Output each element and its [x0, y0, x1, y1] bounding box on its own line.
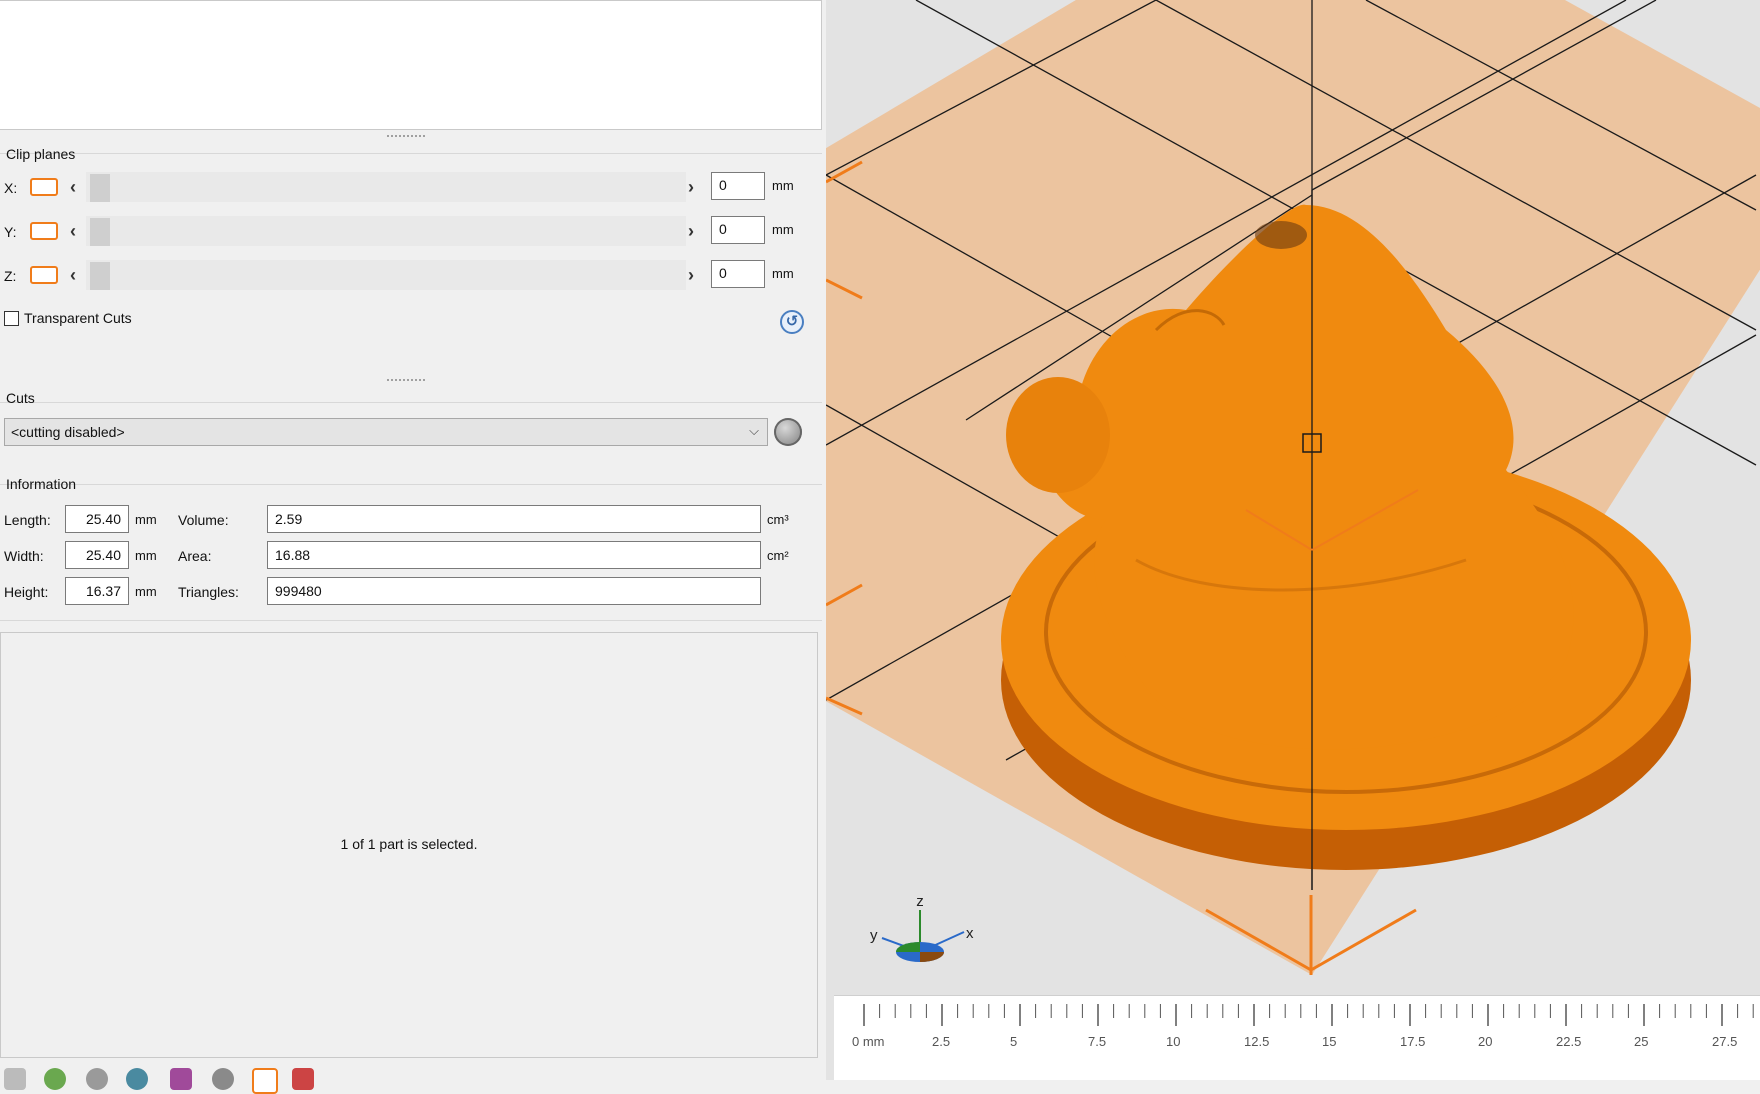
- chevron-left-icon[interactable]: ‹: [70, 266, 76, 284]
- clip-planes-divider: [0, 153, 822, 154]
- sphere-icon[interactable]: [86, 1068, 108, 1090]
- clip-x-input[interactable]: 0: [711, 172, 765, 200]
- cuts-dropdown-value: <cutting disabled>: [11, 424, 125, 440]
- height-field[interactable]: 16.37: [65, 577, 129, 605]
- chevron-right-icon[interactable]: ›: [688, 222, 694, 240]
- transparent-cuts-checkbox[interactable]: [4, 311, 19, 326]
- clip-x-label: X:: [4, 180, 18, 196]
- clip-row-z: Z: ‹ › 0 mm: [0, 256, 822, 296]
- axis-z-label: z: [916, 893, 924, 910]
- ruler-label: 22.5: [1556, 1034, 1582, 1049]
- chevron-left-icon[interactable]: ‹: [70, 222, 76, 240]
- ruler-label: 27.5: [1712, 1034, 1738, 1049]
- clip-z-unit: mm: [772, 266, 794, 281]
- clip-z-slider-track[interactable]: [86, 260, 686, 290]
- clip-y-slider-track[interactable]: [86, 216, 686, 246]
- add-part-icon[interactable]: [44, 1068, 66, 1090]
- axis-triad: [881, 910, 965, 962]
- ruler-label: 15: [1322, 1034, 1337, 1049]
- information-title: Information: [6, 476, 77, 492]
- axis-y-label: y: [870, 927, 878, 944]
- splitter-grip[interactable]: [386, 378, 426, 382]
- cuts-divider: [0, 402, 822, 403]
- clip-y-input[interactable]: 0: [711, 216, 765, 244]
- chevron-down-icon: ⌵: [749, 423, 759, 438]
- clip-z-label: Z:: [4, 268, 17, 284]
- cuts-title: Cuts: [6, 390, 35, 406]
- chevron-right-icon[interactable]: ›: [688, 266, 694, 284]
- triangles-field[interactable]: 999480: [267, 577, 761, 605]
- bear-nose: [1255, 221, 1307, 249]
- selection-status: 1 of 1 part is selected.: [340, 836, 478, 852]
- clip-x-slider-track[interactable]: [86, 172, 686, 202]
- left-panel: Clip planes X: ‹ › 0 mm Y: ‹ › 0 mm Z: ‹…: [0, 0, 826, 1094]
- calendar-icon[interactable]: [292, 1068, 314, 1090]
- splitter-grip[interactable]: [386, 134, 426, 138]
- ruler-label: 12.5: [1244, 1034, 1270, 1049]
- area-label: Area:: [178, 548, 212, 564]
- width-label: Width:: [4, 548, 44, 564]
- text-icon[interactable]: [170, 1068, 192, 1090]
- cut-tool-icon[interactable]: [774, 418, 802, 446]
- triangles-label: Triangles:: [178, 584, 239, 600]
- width-field[interactable]: 25.40: [65, 541, 129, 569]
- area-field[interactable]: 16.88: [267, 541, 761, 569]
- ruler-label: 0 mm: [852, 1034, 885, 1049]
- ruler-label: 25: [1634, 1034, 1649, 1049]
- volume-field[interactable]: 2.59: [267, 505, 761, 533]
- clip-z-toggle[interactable]: [30, 266, 58, 284]
- clip-y-toggle[interactable]: [30, 222, 58, 240]
- clip-z-slider-thumb[interactable]: [90, 262, 110, 290]
- clip-y-unit: mm: [772, 222, 794, 237]
- length-field[interactable]: 25.40: [65, 505, 129, 533]
- cuts-dropdown[interactable]: <cutting disabled> ⌵: [4, 418, 768, 446]
- reset-icon[interactable]: ↺: [780, 310, 804, 334]
- ruler: 0 mm 2.5 5 7.5 10 12.5 15 17.5 20 22.5 25 27.5: [834, 995, 1760, 1080]
- information-divider: [0, 484, 822, 485]
- height-label: Height:: [4, 584, 49, 600]
- wrench-icon[interactable]: [212, 1068, 234, 1090]
- axis-x-label: x: [966, 925, 974, 942]
- clip-row-y: Y: ‹ › 0 mm: [0, 212, 822, 252]
- gear-icon[interactable]: [4, 1068, 26, 1090]
- clip-x-slider-thumb[interactable]: [90, 174, 110, 202]
- info-bottom-divider: [0, 620, 822, 621]
- clip-z-input[interactable]: 0: [711, 260, 765, 288]
- ruler-label: 7.5: [1088, 1034, 1107, 1049]
- ruler-ticks: [863, 1004, 1754, 1026]
- scene-svg: z y x: [826, 0, 1760, 975]
- clip-y-slider-thumb[interactable]: [90, 218, 110, 246]
- ruler-label: 10: [1166, 1034, 1181, 1049]
- length-unit: mm: [135, 512, 157, 527]
- chevron-right-icon[interactable]: ›: [688, 178, 694, 196]
- bear-ear: [1006, 377, 1110, 493]
- frame-icon[interactable]: [252, 1068, 278, 1094]
- clip-y-label: Y:: [4, 224, 17, 240]
- length-label: Length:: [4, 512, 51, 528]
- transparent-cuts-label: Transparent Cuts: [24, 310, 132, 326]
- support-icon[interactable]: [126, 1068, 148, 1090]
- ruler-label: 20: [1478, 1034, 1493, 1049]
- clip-row-x: X: ‹ › 0 mm: [0, 168, 822, 208]
- chevron-left-icon[interactable]: ‹: [70, 178, 76, 196]
- 3d-viewport[interactable]: z y x 0 mm 2.5 5 7.5 10 12.5 15 17.5 20 22.5 25 27.…: [826, 0, 1760, 1080]
- volume-label: Volume:: [178, 512, 229, 528]
- clip-x-unit: mm: [772, 178, 794, 193]
- clip-x-toggle[interactable]: [30, 178, 58, 196]
- preview-area: [0, 0, 822, 130]
- ruler-label: 5: [1010, 1034, 1018, 1049]
- width-unit: mm: [135, 548, 157, 563]
- ruler-label: 2.5: [932, 1034, 951, 1049]
- area-unit: cm²: [767, 548, 789, 563]
- ruler-label: 17.5: [1400, 1034, 1426, 1049]
- clip-planes-title: Clip planes: [6, 146, 76, 162]
- volume-unit: cm³: [767, 512, 789, 527]
- height-unit: mm: [135, 584, 157, 599]
